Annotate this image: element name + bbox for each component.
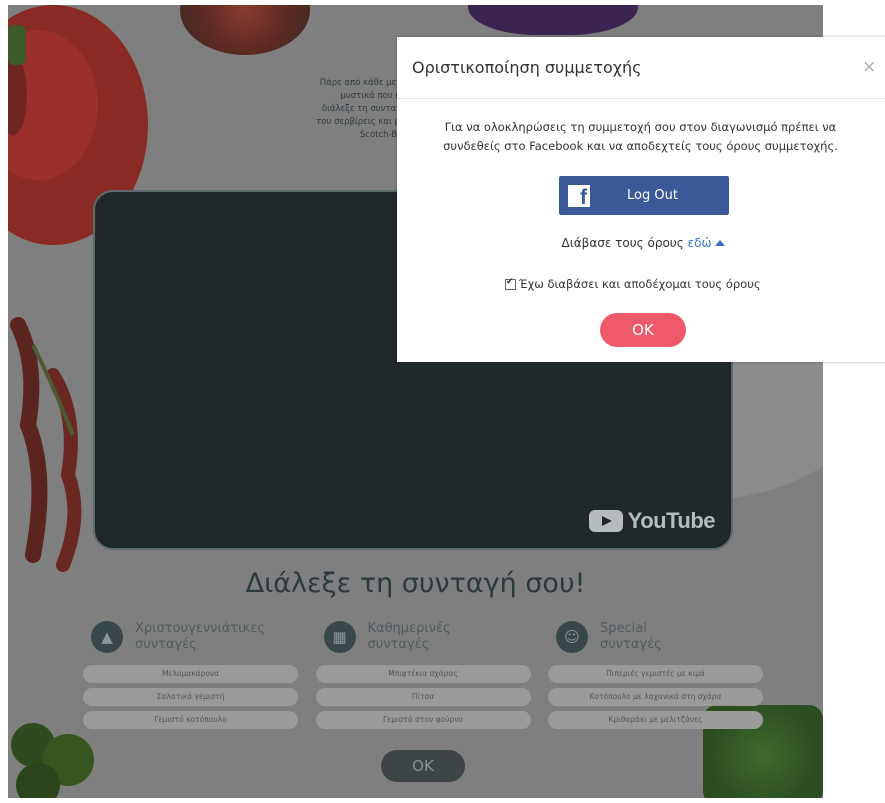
calendar-icon: ▦ xyxy=(323,621,356,653)
vegetable-image xyxy=(468,5,638,35)
accept-terms-row: Έχω διαβάσει και αποδέχομαι τους όρους xyxy=(505,277,761,291)
modal-message-line: συνδεθείς στο Facebook και να αποδεχτείς… xyxy=(443,139,838,153)
category-special: ☺ Special συνταγές Πιπεριές γεμιστές με … xyxy=(548,615,763,734)
terms-line: Διάβασε τους όρους εδώ xyxy=(397,236,885,250)
close-icon[interactable]: × xyxy=(862,57,876,77)
youtube-play-icon xyxy=(588,510,623,532)
bowl-image xyxy=(180,5,310,55)
chevron-up-icon xyxy=(714,240,725,246)
category-title: Καθημερινές συνταγές xyxy=(368,621,451,653)
christmas-tree-icon: ▲ xyxy=(91,621,123,653)
recipe-option[interactable]: Γεμιστά στον φούρνο xyxy=(315,711,531,729)
terms-link-label: εδώ xyxy=(687,236,712,250)
category-title-line: Καθημερινές xyxy=(367,621,451,636)
recipe-option[interactable]: Πιπεριές γεμιστές με κιμά xyxy=(548,665,763,683)
facebook-button-label: Log Out xyxy=(627,188,678,203)
participation-modal: Οριστικοποίηση συμμετοχής × Για να ολοκλ… xyxy=(397,37,885,362)
recipe-option[interactable]: Κριθαράκι με μελιτζάνες xyxy=(548,711,763,729)
category-title-line: συνταγές xyxy=(367,637,430,652)
choose-recipe-title: Διάλεξε τη συνταγή σου! xyxy=(245,568,586,599)
modal-ok-button[interactable]: OK xyxy=(600,313,686,347)
category-christmas: ▲ Χριστουγεννιάτικες συνταγές Μελομακάρο… xyxy=(83,615,298,734)
youtube-logo[interactable]: YouTube xyxy=(588,508,716,534)
youtube-brand-label: YouTube xyxy=(627,508,716,533)
category-title: Special συνταγές xyxy=(600,621,662,653)
recipe-option[interactable]: Μπιφτέκια σχάρας xyxy=(315,665,531,683)
modal-header: Οριστικοποίηση συμμετοχής × xyxy=(397,37,885,99)
terms-prefix: Διάβασε τους όρους xyxy=(561,236,684,250)
facebook-icon-letter: f xyxy=(580,185,587,209)
category-title-line: Special xyxy=(600,621,647,636)
facebook-logout-button[interactable]: f Log Out xyxy=(559,176,729,215)
terms-link[interactable]: εδώ xyxy=(688,236,725,250)
category-title: Χριστουγεννιάτικες συνταγές xyxy=(135,621,265,653)
accept-terms-checkbox[interactable] xyxy=(505,277,516,290)
accept-terms-label: Έχω διαβάσει και αποδέχομαι τους όρους xyxy=(519,277,761,291)
modal-message: Για να ολοκληρώσεις τη συμμετοχή σου στο… xyxy=(413,118,868,156)
recipe-option[interactable]: Γεμιστό κοτόπουλο xyxy=(83,711,298,729)
category-title-line: συνταγές xyxy=(600,637,662,652)
recipe-option[interactable]: Κοτόπουλο με λαχανικά στη σχάρα xyxy=(548,688,763,706)
recipe-option[interactable]: Πίτσα xyxy=(315,688,531,706)
category-title-line: συνταγές xyxy=(135,637,197,652)
category-everyday: ▦ Καθημερινές συνταγές Μπιφτέκια σχάρας … xyxy=(315,615,531,734)
modal-title: Οριστικοποίηση συμμετοχής xyxy=(412,58,642,77)
bottom-ok-button[interactable]: OK xyxy=(381,750,465,782)
modal-message-line: Για να ολοκληρώσεις τη συμμετοχή σου στο… xyxy=(444,120,837,134)
facebook-icon: f xyxy=(568,184,590,209)
recipe-categories: ▲ Χριστουγεννιάτικες συνταγές Μελομακάρο… xyxy=(83,615,763,734)
chef-icon: ☺ xyxy=(556,621,588,653)
recipe-option[interactable]: Σαλατικά γεμιστή xyxy=(83,688,298,706)
recipe-option[interactable]: Μελομακάρονα xyxy=(83,665,298,683)
category-title-line: Χριστουγεννιάτικες xyxy=(135,621,265,636)
